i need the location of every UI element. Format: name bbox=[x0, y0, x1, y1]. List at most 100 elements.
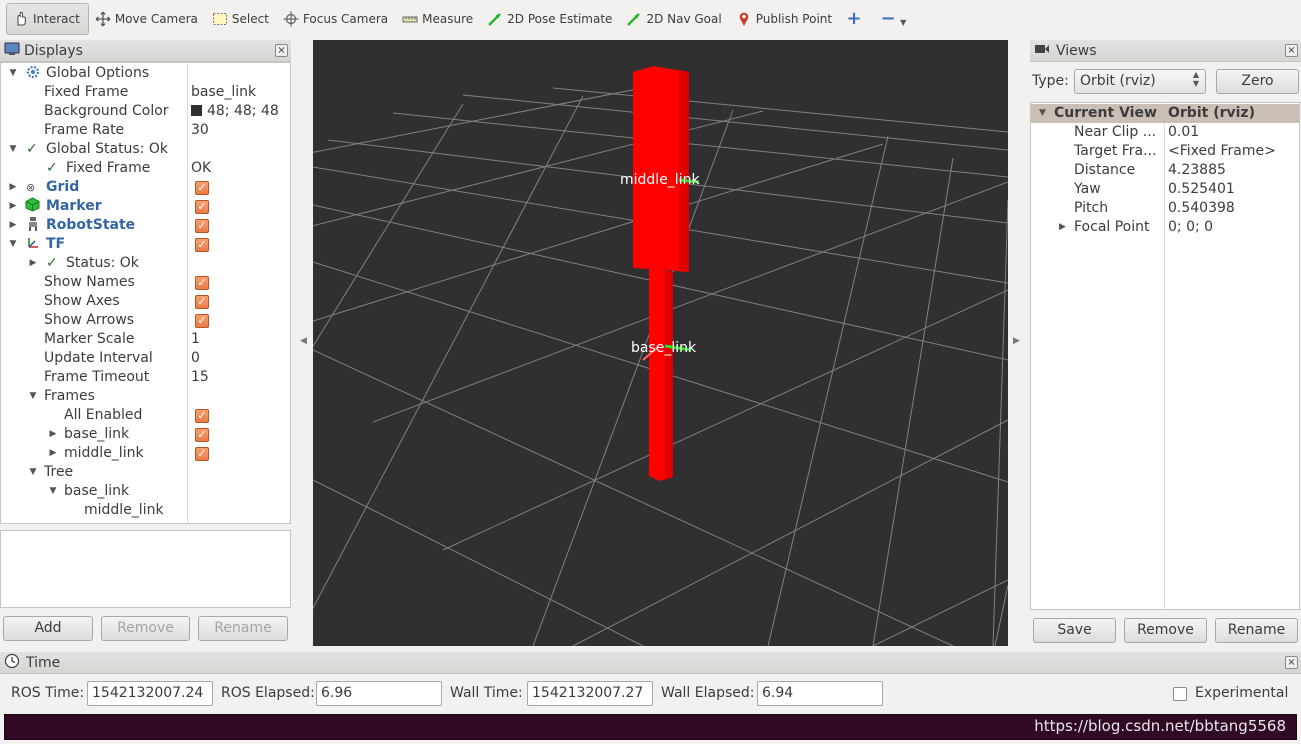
tree-row-frame-timeout[interactable]: Frame Timeout 15 bbox=[1, 368, 290, 387]
tool-2d-nav-goal[interactable]: 2D Nav Goal bbox=[620, 3, 729, 35]
all-enabled-checkbox[interactable]: ✓ bbox=[195, 409, 209, 423]
close-time-button[interactable]: × bbox=[1285, 656, 1298, 669]
tree-row-fixed-frame[interactable]: Fixed Frame base_link bbox=[1, 83, 290, 102]
prop-value[interactable]: 0.540398 bbox=[1168, 199, 1235, 218]
remove-tool-button[interactable]: − ▼ bbox=[874, 3, 914, 35]
background-color-value[interactable]: 48; 48; 48 bbox=[191, 102, 279, 121]
zero-button[interactable]: Zero bbox=[1216, 69, 1299, 94]
expand-arrow-icon[interactable]: ▶ bbox=[28, 254, 38, 273]
tool-interact[interactable]: Interact bbox=[6, 3, 89, 35]
show-names-checkbox[interactable]: ✓ bbox=[195, 276, 209, 290]
add-tool-button[interactable]: + bbox=[840, 3, 874, 35]
tree-row-frame-middle-link[interactable]: ▶ middle_link ✓ bbox=[1, 444, 290, 463]
tree-label: Show Arrows bbox=[44, 312, 135, 328]
current-view-row[interactable]: ▼ Current View Orbit (rviz) bbox=[1031, 104, 1299, 123]
view-prop-near-clip[interactable]: Near Clip ... 0.01 bbox=[1031, 123, 1299, 142]
view-prop-target-frame[interactable]: Target Fra... <Fixed Frame> bbox=[1031, 142, 1299, 161]
tree-row-tf-status[interactable]: ▶ ✓ Status: Ok bbox=[1, 254, 290, 273]
3d-render-view[interactable]: middle_link base_link bbox=[313, 40, 1008, 646]
prop-value[interactable]: 4.23885 bbox=[1168, 161, 1226, 180]
middle-link-checkbox[interactable]: ✓ bbox=[195, 447, 209, 461]
expand-arrow-icon[interactable]: ▶ bbox=[48, 444, 58, 463]
right-splitter-handle[interactable]: ▶ bbox=[1013, 336, 1020, 346]
tree-row-background-color[interactable]: Background Color 48; 48; 48 bbox=[1, 102, 290, 121]
expand-arrow-icon[interactable]: ▼ bbox=[28, 387, 38, 406]
tree-row-show-axes[interactable]: Show Axes ✓ bbox=[1, 292, 290, 311]
close-displays-button[interactable]: × bbox=[275, 44, 288, 57]
prop-value[interactable]: <Fixed Frame> bbox=[1168, 142, 1276, 161]
frame-rate-value[interactable]: 30 bbox=[191, 121, 209, 140]
prop-value[interactable]: 0.01 bbox=[1168, 123, 1199, 142]
tree-row-show-arrows[interactable]: Show Arrows ✓ bbox=[1, 311, 290, 330]
prop-value[interactable]: 0; 0; 0 bbox=[1168, 218, 1213, 237]
add-display-button[interactable]: Add bbox=[3, 616, 93, 641]
left-splitter-handle[interactable]: ◀ bbox=[300, 336, 307, 346]
tool-publish-point[interactable]: Publish Point bbox=[730, 3, 840, 35]
expand-arrow-icon[interactable]: ▼ bbox=[28, 463, 38, 482]
view-type-select[interactable]: Orbit (rviz) ▲ ▼ bbox=[1074, 69, 1206, 94]
expand-arrow-icon[interactable]: ▶ bbox=[8, 216, 18, 235]
wall-elapsed-field[interactable]: 6.94 bbox=[757, 681, 883, 706]
tree-row-frames[interactable]: ▼ Frames bbox=[1, 387, 290, 406]
update-interval-value[interactable]: 0 bbox=[191, 349, 200, 368]
views-tree[interactable]: ▼ Current View Orbit (rviz) Near Clip ..… bbox=[1030, 102, 1300, 610]
tree-row-marker-scale[interactable]: Marker Scale 1 bbox=[1, 330, 290, 349]
ros-time-field[interactable]: 1542132007.24 bbox=[87, 681, 213, 706]
ros-elapsed-field[interactable]: 6.96 bbox=[316, 681, 442, 706]
marker-scale-value[interactable]: 1 bbox=[191, 330, 200, 349]
tree-row-tree[interactable]: ▼ Tree bbox=[1, 463, 290, 482]
expand-arrow-icon[interactable]: ▼ bbox=[48, 482, 58, 501]
tree-row-status-fixed-frame[interactable]: ✓ Fixed Frame OK bbox=[1, 159, 290, 178]
tree-row-global-status[interactable]: ▼ ✓ Global Status: Ok bbox=[1, 140, 290, 159]
tree-row-marker[interactable]: ▶ Marker ✓ bbox=[1, 197, 290, 216]
tree-row-update-interval[interactable]: Update Interval 0 bbox=[1, 349, 290, 368]
tree-row-all-enabled[interactable]: All Enabled ✓ bbox=[1, 406, 290, 425]
tree-row-robotstate[interactable]: ▶ RobotState ✓ bbox=[1, 216, 290, 235]
expand-arrow-icon[interactable]: ▶ bbox=[8, 178, 18, 197]
tool-measure[interactable]: Measure bbox=[396, 3, 481, 35]
view-prop-yaw[interactable]: Yaw 0.525401 bbox=[1031, 180, 1299, 199]
tree-row-grid[interactable]: ▶ ⊗ Grid ✓ bbox=[1, 178, 290, 197]
close-views-button[interactable]: × bbox=[1285, 44, 1298, 57]
view-prop-pitch[interactable]: Pitch 0.540398 bbox=[1031, 199, 1299, 218]
tool-move-camera[interactable]: Move Camera bbox=[89, 3, 206, 35]
tool-2d-pose-estimate[interactable]: 2D Pose Estimate bbox=[481, 3, 620, 35]
expand-arrow-icon[interactable]: ▼ bbox=[8, 140, 18, 159]
base-link-checkbox[interactable]: ✓ bbox=[195, 428, 209, 442]
show-arrows-checkbox[interactable]: ✓ bbox=[195, 314, 209, 328]
rename-display-button[interactable]: Rename bbox=[198, 616, 288, 641]
robotstate-enable-checkbox[interactable]: ✓ bbox=[195, 219, 209, 233]
remove-view-button[interactable]: Remove bbox=[1124, 618, 1207, 643]
remove-display-button[interactable]: Remove bbox=[101, 616, 190, 641]
view-prop-distance[interactable]: Distance 4.23885 bbox=[1031, 161, 1299, 180]
wall-time-field[interactable]: 1542132007.27 bbox=[527, 681, 653, 706]
tree-row-show-names[interactable]: Show Names ✓ bbox=[1, 273, 290, 292]
save-view-button[interactable]: Save bbox=[1033, 618, 1116, 643]
expand-arrow-icon[interactable]: ▶ bbox=[1059, 218, 1066, 237]
marker-enable-checkbox[interactable]: ✓ bbox=[195, 200, 209, 214]
expand-arrow-icon[interactable]: ▶ bbox=[48, 425, 58, 444]
displays-tree[interactable]: ▼ Global Options Fixed Frame base_link B… bbox=[0, 62, 291, 524]
grid-enable-checkbox[interactable]: ✓ bbox=[195, 181, 209, 195]
prop-value[interactable]: 0.525401 bbox=[1168, 180, 1235, 199]
show-axes-checkbox[interactable]: ✓ bbox=[195, 295, 209, 309]
tree-row-tree-middle-link[interactable]: middle_link bbox=[1, 501, 290, 520]
tool-focus-camera[interactable]: Focus Camera bbox=[277, 3, 396, 35]
tool-select[interactable]: Select bbox=[206, 3, 277, 35]
expand-arrow-icon[interactable]: ▼ bbox=[8, 235, 18, 254]
view-prop-focal-point[interactable]: ▶ Focal Point 0; 0; 0 bbox=[1031, 218, 1299, 237]
tree-row-tf[interactable]: ▼ TF ✓ bbox=[1, 235, 290, 254]
tree-row-frame-rate[interactable]: Frame Rate 30 bbox=[1, 121, 290, 140]
expand-arrow-icon[interactable]: ▼ bbox=[8, 64, 18, 83]
tf-enable-checkbox[interactable]: ✓ bbox=[195, 238, 209, 252]
fixed-frame-value[interactable]: base_link bbox=[191, 83, 256, 102]
tree-row-tree-base-link[interactable]: ▼ base_link bbox=[1, 482, 290, 501]
expand-arrow-icon[interactable]: ▼ bbox=[1039, 104, 1046, 123]
rename-view-button[interactable]: Rename bbox=[1215, 618, 1298, 643]
experimental-checkbox[interactable] bbox=[1173, 687, 1187, 701]
tree-row-frame-base-link[interactable]: ▶ base_link ✓ bbox=[1, 425, 290, 444]
expand-arrow-icon[interactable]: ▶ bbox=[8, 197, 18, 216]
tree-label: Status: Ok bbox=[66, 255, 139, 271]
tree-row-global-options[interactable]: ▼ Global Options bbox=[1, 64, 290, 83]
frame-timeout-value[interactable]: 15 bbox=[191, 368, 209, 387]
